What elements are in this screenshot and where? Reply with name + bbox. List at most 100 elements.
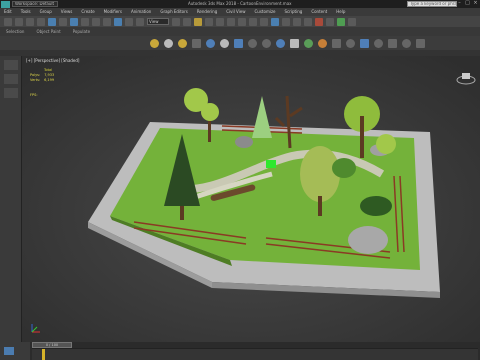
viewcube-icon[interactable] <box>456 70 476 86</box>
pivot-center-icon[interactable] <box>172 17 180 26</box>
window-crossing-icon[interactable] <box>103 17 111 26</box>
menu-item-tools[interactable]: Tools <box>21 8 31 16</box>
main-toolbar: View <box>0 16 480 27</box>
undo-icon[interactable] <box>4 17 12 26</box>
menu-item-group[interactable]: Group <box>40 8 52 16</box>
mirror-icon[interactable] <box>249 17 257 26</box>
rock-small <box>235 136 253 148</box>
explorer-layer-icon[interactable] <box>4 88 18 98</box>
render-production-icon[interactable] <box>348 17 356 26</box>
menu-item-scripting[interactable]: Scripting <box>285 8 303 16</box>
curve-editor-icon[interactable] <box>293 17 301 26</box>
link-icon[interactable] <box>26 17 34 26</box>
app-logo-icon[interactable] <box>1 0 10 8</box>
pyramid-icon[interactable] <box>360 38 369 48</box>
rotate-icon[interactable] <box>125 17 133 26</box>
textplus-icon[interactable] <box>402 38 411 48</box>
tree-oval <box>300 146 340 202</box>
spinner-snap-icon[interactable] <box>227 17 235 26</box>
geosphere-icon[interactable] <box>388 38 397 48</box>
menu-item-rendering[interactable]: Rendering <box>197 8 217 16</box>
menu-item-graph-editors[interactable]: Graph Editors <box>160 8 187 16</box>
unlink-icon[interactable] <box>37 17 45 26</box>
sphere-icon[interactable] <box>262 38 271 48</box>
helpers-icon[interactable] <box>206 38 215 48</box>
select-by-name-icon[interactable] <box>81 17 89 26</box>
menu-item-views[interactable]: Views <box>61 8 73 16</box>
cylinder-icon[interactable] <box>276 38 285 48</box>
menu-item-customize[interactable]: Customize <box>255 8 276 16</box>
redo-icon[interactable] <box>15 17 23 26</box>
search-input[interactable]: Type a keyword or phrase <box>407 1 457 7</box>
toggle-ribbon-icon[interactable] <box>282 17 290 26</box>
tube-icon[interactable] <box>332 38 341 48</box>
viewport-label[interactable]: [+] [Perspective] [Shaded] <box>26 58 80 63</box>
timeline-left <box>0 342 30 360</box>
title-bar-left: Workspace: Default <box>0 0 58 8</box>
mini-curve-editor-icon[interactable] <box>4 347 14 355</box>
bush-1 <box>332 158 356 178</box>
selected-object[interactable] <box>266 160 276 168</box>
rendered-frame-window-icon[interactable] <box>337 17 345 26</box>
palm-trunk <box>360 116 364 158</box>
time-marker[interactable] <box>42 349 45 360</box>
cone-icon[interactable] <box>374 38 383 48</box>
teapot-icon[interactable] <box>318 38 327 48</box>
time-track[interactable]: 0510152025303540455055606570758085909510… <box>32 348 478 360</box>
percent-snap-icon[interactable] <box>216 17 224 26</box>
close-icon[interactable]: × <box>473 1 478 6</box>
ribbon-tab-populate[interactable]: Populate <box>73 27 90 36</box>
maximize-icon[interactable]: □ <box>465 1 470 6</box>
menu-item-help[interactable]: Help <box>336 8 345 16</box>
space-warps-icon[interactable] <box>220 38 229 48</box>
more-options-icon[interactable] <box>416 38 425 48</box>
named-selection-icon[interactable] <box>238 17 246 26</box>
select-filter-icon[interactable] <box>59 17 67 26</box>
shapes-icon[interactable] <box>164 38 173 48</box>
select-object-icon[interactable] <box>70 17 78 26</box>
timeline: 0 / 100 05101520253035404550556065707580… <box>0 342 480 360</box>
menu-item-civil-view[interactable]: Civil View <box>226 8 245 16</box>
ribbon-tab-selection[interactable]: Selection <box>6 27 24 36</box>
window-controls: – □ × <box>457 1 478 6</box>
ribbon: Selection Object Paint Populate <box>0 27 480 36</box>
perspective-viewport[interactable]: [+] [Perspective] [Shaded] Total Polys: … <box>22 56 480 342</box>
torus-icon[interactable] <box>346 38 355 48</box>
angle-snap-icon[interactable] <box>205 17 213 26</box>
explorer-sort-icon[interactable] <box>4 74 18 84</box>
minimize-icon[interactable]: – <box>457 1 462 6</box>
schematic-view-icon[interactable] <box>304 17 312 26</box>
tree-small-right <box>376 134 396 154</box>
snap-toggle-icon[interactable] <box>194 17 202 26</box>
align-icon[interactable] <box>260 17 268 26</box>
scene-render <box>22 56 480 342</box>
standard-primitives-icon[interactable] <box>248 38 257 48</box>
cameras-icon[interactable] <box>192 38 201 48</box>
reference-coordinate-select[interactable]: View <box>147 18 169 25</box>
scene-explorer-strip <box>0 56 22 342</box>
layer-explorer-icon[interactable] <box>271 17 279 26</box>
systems-icon[interactable] <box>234 38 243 48</box>
workspace-dropdown[interactable]: Workspace: Default <box>12 1 58 7</box>
menu-bar: Edit Tools Group Views Create Modifiers Animat… <box>0 8 480 16</box>
title-bar: Workspace: Default Autodesk 3ds Max 2018… <box>0 0 480 8</box>
render-setup-icon[interactable] <box>326 17 334 26</box>
select-manipulate-icon[interactable] <box>183 17 191 26</box>
menu-item-animation[interactable]: Animation <box>131 8 151 16</box>
selection-region-icon[interactable] <box>92 17 100 26</box>
geometry-icon[interactable] <box>150 38 159 48</box>
explorer-filter-icon[interactable] <box>4 60 18 70</box>
ribbon-tab-object-paint[interactable]: Object Paint <box>36 27 60 36</box>
lights-icon[interactable] <box>178 38 187 48</box>
stats-value: 6,199 <box>44 78 55 82</box>
move-icon[interactable] <box>114 17 122 26</box>
bind-space-warp-icon[interactable] <box>48 17 56 26</box>
menu-item-modifiers[interactable]: Modifiers <box>104 8 122 16</box>
menu-item-create[interactable]: Create <box>81 8 94 16</box>
plane-icon[interactable] <box>304 38 313 48</box>
scale-icon[interactable] <box>136 17 144 26</box>
material-editor-icon[interactable] <box>315 17 323 26</box>
menu-item-edit[interactable]: Edit <box>4 8 12 16</box>
box-icon[interactable] <box>290 38 299 48</box>
menu-item-content[interactable]: Content <box>311 8 327 16</box>
